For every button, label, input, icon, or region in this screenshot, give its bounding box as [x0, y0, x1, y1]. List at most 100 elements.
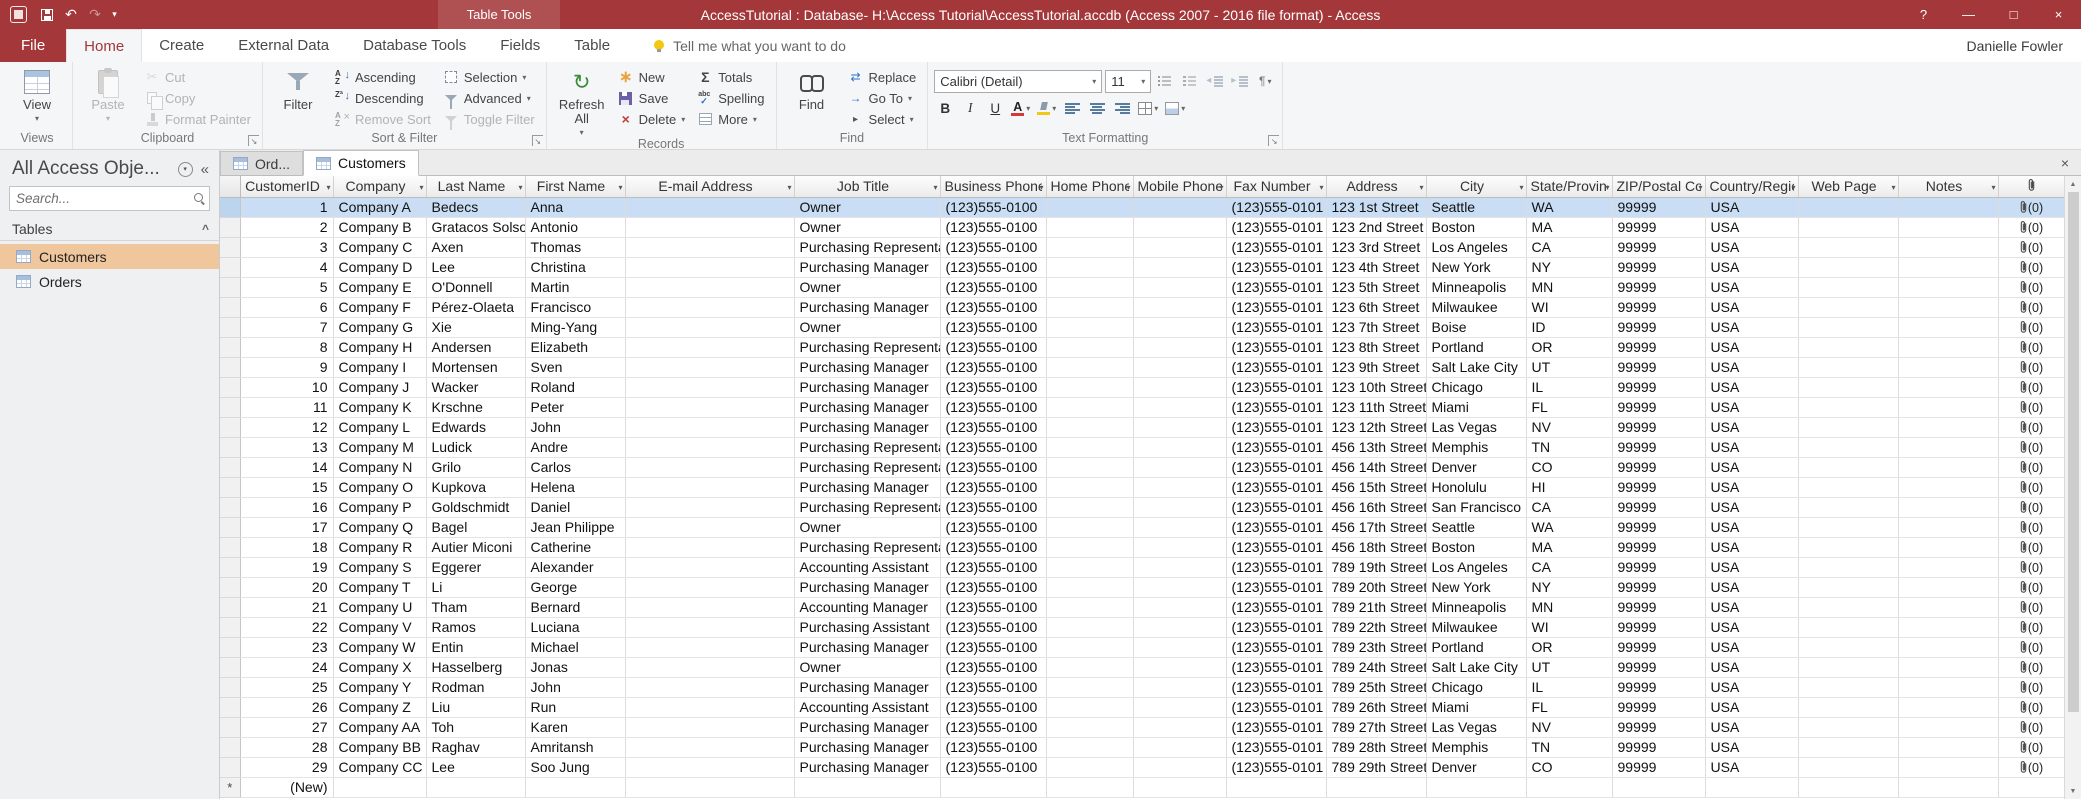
cell[interactable]: (123)555-0100: [940, 597, 1046, 617]
cell[interactable]: [1133, 297, 1226, 317]
cell[interactable]: Company V: [333, 617, 426, 637]
cell[interactable]: [1046, 277, 1133, 297]
cell[interactable]: [1046, 197, 1133, 217]
cell[interactable]: [625, 777, 794, 797]
cell[interactable]: NY: [1526, 257, 1612, 277]
cell[interactable]: [1046, 457, 1133, 477]
cell[interactable]: [1798, 357, 1898, 377]
cell[interactable]: (123)555-0101: [1226, 277, 1326, 297]
undo-icon[interactable]: ↶: [59, 0, 83, 29]
column-header-e-mail-address[interactable]: E-mail Address▾: [625, 176, 794, 197]
remove-sort-button[interactable]: Remove Sort: [329, 109, 436, 129]
tell-me-box[interactable]: Tell me what you want to do: [653, 29, 846, 62]
cell[interactable]: (123)555-0100: [940, 317, 1046, 337]
sort-filter-arrow-icon[interactable]: ▾: [787, 183, 791, 192]
cell[interactable]: Purchasing Manager: [794, 297, 940, 317]
user-name[interactable]: Danielle Fowler: [1967, 29, 2081, 62]
sort-filter-arrow-icon[interactable]: ▾: [1419, 183, 1423, 192]
selection-button[interactable]: Selection▾: [438, 67, 540, 87]
cell[interactable]: Lee: [426, 757, 525, 777]
sort-filter-arrow-icon[interactable]: ▾: [1698, 183, 1702, 192]
cell[interactable]: USA: [1705, 737, 1798, 757]
cell[interactable]: USA: [1705, 397, 1798, 417]
cell[interactable]: Owner: [794, 277, 940, 297]
cell[interactable]: Grilo: [426, 457, 525, 477]
row-selector[interactable]: [220, 757, 240, 777]
cell[interactable]: Purchasing Manager: [794, 257, 940, 277]
cell[interactable]: [625, 677, 794, 697]
attachment-cell[interactable]: (0): [1998, 277, 2064, 297]
cell[interactable]: 19: [240, 557, 333, 577]
cell[interactable]: MA: [1526, 217, 1612, 237]
sort-filter-arrow-icon[interactable]: ▾: [1991, 183, 1995, 192]
cell[interactable]: Owner: [794, 197, 940, 217]
cell[interactable]: [1046, 677, 1133, 697]
cell[interactable]: [1526, 777, 1612, 797]
cell[interactable]: [625, 337, 794, 357]
cell[interactable]: Amritansh: [525, 737, 625, 757]
section-collapse-icon[interactable]: ^: [202, 222, 209, 236]
cell[interactable]: [1798, 297, 1898, 317]
sort-filter-arrow-icon[interactable]: ▾: [1791, 183, 1795, 192]
cell[interactable]: [1046, 637, 1133, 657]
cell[interactable]: [1046, 757, 1133, 777]
replace-button[interactable]: ⇄Replace: [843, 67, 922, 87]
cell[interactable]: Purchasing Manager: [794, 757, 940, 777]
cell[interactable]: Portland: [1426, 337, 1526, 357]
cell[interactable]: Purchasing Representative: [794, 457, 940, 477]
cell[interactable]: [1898, 417, 1998, 437]
cell[interactable]: 1: [240, 197, 333, 217]
access-app-icon[interactable]: [10, 6, 27, 23]
cell[interactable]: (123)555-0100: [940, 537, 1046, 557]
cell[interactable]: [1426, 777, 1526, 797]
cell[interactable]: TN: [1526, 737, 1612, 757]
cell[interactable]: [625, 497, 794, 517]
cell[interactable]: [1898, 457, 1998, 477]
nav-item-customers[interactable]: Customers: [0, 244, 219, 269]
cell[interactable]: Elizabeth: [525, 337, 625, 357]
format-painter-button[interactable]: Format Painter: [139, 109, 256, 129]
cell[interactable]: [1798, 477, 1898, 497]
cell[interactable]: Owner: [794, 217, 940, 237]
cell[interactable]: 99999: [1612, 717, 1705, 737]
row-selector[interactable]: [220, 737, 240, 757]
cell[interactable]: Purchasing Manager: [794, 357, 940, 377]
cell[interactable]: 99999: [1612, 277, 1705, 297]
row-selector[interactable]: [220, 397, 240, 417]
cell[interactable]: USA: [1705, 537, 1798, 557]
cell[interactable]: [1798, 517, 1898, 537]
qat-customize-icon[interactable]: ▾: [107, 0, 122, 29]
cell[interactable]: WA: [1526, 517, 1612, 537]
cell[interactable]: [1133, 617, 1226, 637]
cell[interactable]: (123)555-0101: [1226, 457, 1326, 477]
tab-table[interactable]: Table: [557, 29, 627, 62]
cell[interactable]: [1133, 757, 1226, 777]
cell[interactable]: Ludick: [426, 437, 525, 457]
cell[interactable]: O'Donnell: [426, 277, 525, 297]
row-selector[interactable]: [220, 297, 240, 317]
cell[interactable]: [794, 777, 940, 797]
cell[interactable]: Company Z: [333, 697, 426, 717]
numbering-button[interactable]: [1179, 70, 1201, 92]
cell[interactable]: Eggerer: [426, 557, 525, 577]
cell[interactable]: CA: [1526, 557, 1612, 577]
cell[interactable]: 123 12th Street: [1326, 417, 1426, 437]
cell[interactable]: Karen: [525, 717, 625, 737]
cell[interactable]: 15: [240, 477, 333, 497]
cell[interactable]: 789 22th Street: [1326, 617, 1426, 637]
cell[interactable]: Company K: [333, 397, 426, 417]
cell[interactable]: Las Vegas: [1426, 417, 1526, 437]
attachment-cell[interactable]: (0): [1998, 417, 2064, 437]
cell[interactable]: [1898, 517, 1998, 537]
row-selector[interactable]: [220, 197, 240, 217]
attachment-cell[interactable]: (0): [1998, 577, 2064, 597]
cell[interactable]: USA: [1705, 697, 1798, 717]
cell[interactable]: (123)555-0100: [940, 237, 1046, 257]
cell[interactable]: (123)555-0100: [940, 357, 1046, 377]
ascending-button[interactable]: Ascending: [329, 67, 436, 87]
delete-record-button[interactable]: ×Delete▾: [613, 109, 691, 129]
advanced-button[interactable]: Advanced▾: [438, 88, 540, 108]
sort-filter-arrow-icon[interactable]: ▾: [419, 183, 423, 192]
cell[interactable]: [625, 657, 794, 677]
cell[interactable]: (123)555-0101: [1226, 717, 1326, 737]
